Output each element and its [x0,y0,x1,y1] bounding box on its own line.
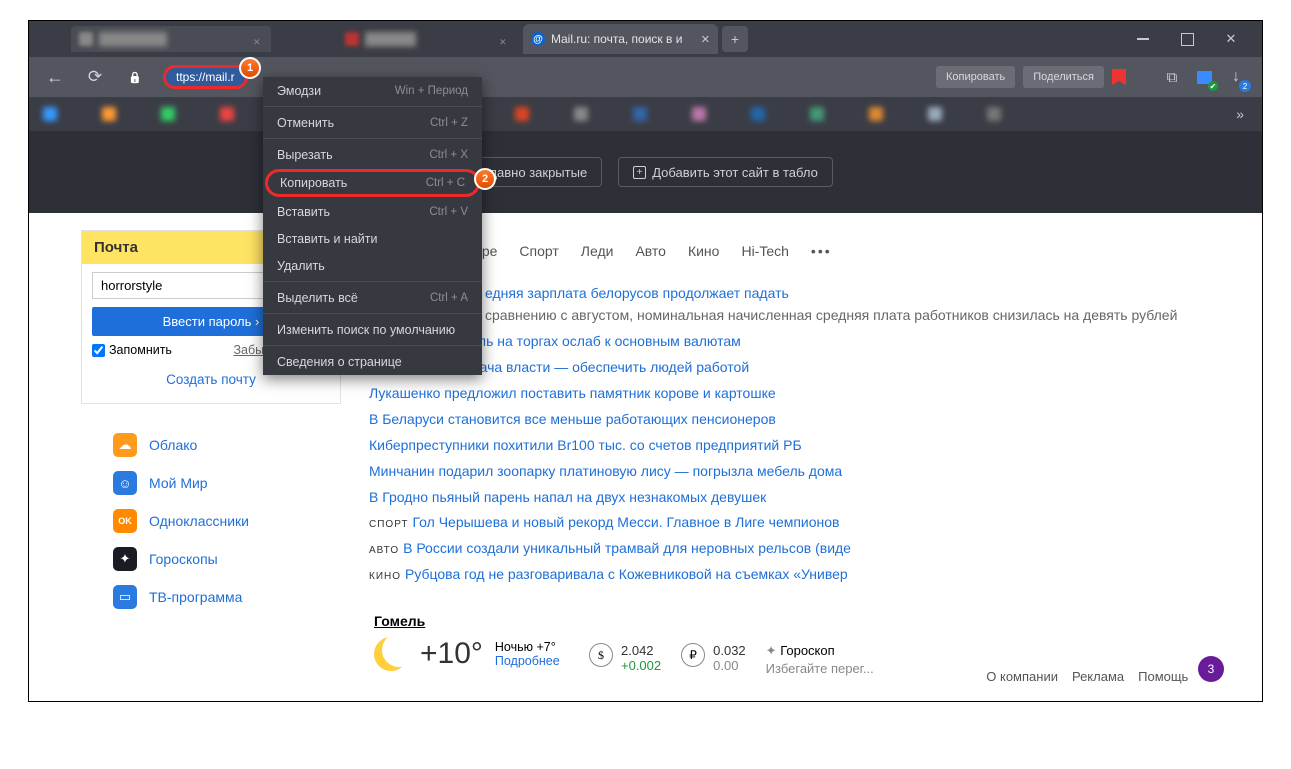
usd-widget[interactable]: $ 2.042+0.002 [589,643,661,673]
close-icon[interactable] [499,34,509,44]
bookmark-icon[interactable] [1112,69,1126,85]
callout-marker-3: 3 [1198,656,1224,682]
ctx-undo[interactable]: ОтменитьCtrl + Z [263,109,482,136]
service-mymir[interactable]: ☺Мой Мир [113,471,249,495]
context-menu: ЭмодзиWin + Период ОтменитьCtrl + Z Выре… [263,77,482,375]
browser-tab-active[interactable]: @ Mail.ru: почта, поиск в и ✕ [523,24,718,54]
news-sub: сравнению с августом, номинальная начисл… [369,305,1222,325]
callout-marker-1: 1 [239,57,261,79]
window-minimize-button[interactable] [1134,30,1152,48]
nav-item[interactable]: Леди [581,243,614,259]
mailru-favicon-icon: @ [531,32,545,46]
ctx-page-info[interactable]: Сведения о странице [263,348,482,375]
ctx-paste[interactable]: ВставитьCtrl + V [263,198,482,225]
services-list: ☁Облако ☺Мой Мир OKОдноклассники ✦Гороск… [113,433,249,609]
login-username-input[interactable] [93,273,286,298]
remember-checkbox[interactable]: Запомнить [92,343,172,357]
news-link[interactable]: В России создали уникальный трамвай для … [403,540,851,556]
night-temp: Ночью +7° [495,640,560,654]
address-bar[interactable]: ttps://mail.r [163,65,248,89]
new-tab-button[interactable]: + [722,26,748,52]
ctx-delete[interactable]: Удалить [263,252,482,279]
tab-title: Mail.ru: почта, поиск в и [551,32,695,46]
close-tab-button[interactable]: ✕ [701,33,710,46]
nav-more[interactable]: ••• [811,243,832,259]
ctx-emoji[interactable]: ЭмодзиWin + Период [263,77,482,104]
create-mail-link[interactable]: Создать почту [166,372,256,387]
news-feed: едняя зарплата белорусов продолжает пада… [369,281,1222,588]
nav-item[interactable]: Hi-Tech [741,243,788,259]
ctx-cut[interactable]: ВырезатьCtrl + X [263,141,482,168]
region-link[interactable]: Гомель [374,613,425,629]
service-tv[interactable]: ▭ТВ-программа [113,585,249,609]
bookmarks-bar: » [29,97,1262,131]
browser-tab-redacted[interactable]: ████████ [71,26,271,52]
window-close-button[interactable] [1222,30,1240,48]
callout-marker-2: 2 [474,168,496,190]
service-cloud[interactable]: ☁Облако [113,433,249,457]
service-ok[interactable]: OKОдноклассники [113,509,249,533]
weather-more-link[interactable]: Подробнее [495,654,560,668]
collections-icon[interactable] [1160,65,1184,89]
page-content: ире Спорт Леди Авто Кино Hi-Tech ••• Поч… [29,213,1262,701]
dollar-icon: $ [589,643,613,667]
ctx-select-all[interactable]: Выделить всёCtrl + A [263,284,482,311]
temperature: +10° [420,637,483,671]
news-link[interactable]: Киберпреступники похитили Br100 тыс. со … [369,437,802,453]
horoscope-widget[interactable]: Гороскоп Избегайте перег... [766,643,874,676]
nav-bar: ttps://mail.r 1 Копировать Поделиться [29,57,1262,97]
news-link[interactable]: едняя зарплата белорусов продолжает пада… [485,285,789,301]
footer-about[interactable]: О компании [986,669,1058,684]
downloads-button[interactable] [1224,65,1248,89]
close-icon[interactable] [253,34,263,44]
main-nav: ире Спорт Леди Авто Кино Hi-Tech ••• [474,243,832,259]
browser-tab-redacted[interactable]: ██████ [337,26,517,52]
lock-icon[interactable] [123,65,147,89]
footer-ads[interactable]: Реклама [1072,669,1124,684]
url-text: ttps://mail.r [176,70,235,84]
ctx-copy[interactable]: КопироватьCtrl + C [265,169,480,197]
nav-item[interactable]: Спорт [519,243,558,259]
ruble-icon: ₽ [681,643,705,667]
footer-links: О компании Реклама Помощь ••• [986,669,1222,684]
news-link[interactable]: Гол Черышева и новый рекорд Месси. Главн… [413,514,840,530]
nav-item[interactable]: Кино [688,243,720,259]
footer-help[interactable]: Помощь [1138,669,1188,684]
reload-button[interactable] [83,65,107,89]
news-link[interactable]: Минчанин подарил зоопарку платиновую лис… [369,463,842,479]
weather-widget[interactable]: +10° Ночью +7° Подробнее [374,637,560,671]
back-button[interactable] [43,65,67,89]
news-link[interactable]: Лукашенко предложил поставить памятник к… [369,385,776,401]
news-link[interactable]: В Беларуси становится все меньше работаю… [369,411,776,427]
image-extension-icon[interactable] [1192,65,1216,89]
rub-widget[interactable]: ₽ 0.0320.00 [681,643,746,673]
moon-icon [374,637,408,671]
nav-item[interactable]: Авто [635,243,666,259]
tablo-header: Недавно закрытые +Добавить этот сайт в т… [29,131,1262,213]
ctx-change-search[interactable]: Изменить поиск по умолчанию [263,316,482,343]
info-widgets: $ 2.042+0.002 ₽ 0.0320.00 Гороскоп Избег… [589,643,874,676]
news-link[interactable]: Рубцова год не разговаривала с Кожевнико… [405,566,848,582]
share-button[interactable]: Поделиться [1023,66,1104,88]
news-link[interactable]: В Гродно пьяный парень напал на двух нез… [369,489,766,505]
service-horoscopes[interactable]: ✦Гороскопы [113,547,249,571]
ctx-paste-find[interactable]: Вставить и найти [263,225,482,252]
window-maximize-button[interactable] [1178,30,1196,48]
copy-url-button[interactable]: Копировать [936,66,1015,88]
add-to-tablo-button[interactable]: +Добавить этот сайт в табло [618,157,833,187]
bookmarks-overflow-button[interactable]: » [1228,106,1252,122]
title-bar: ████████ ██████ @ Mail.ru: почта, поиск … [29,21,1262,57]
